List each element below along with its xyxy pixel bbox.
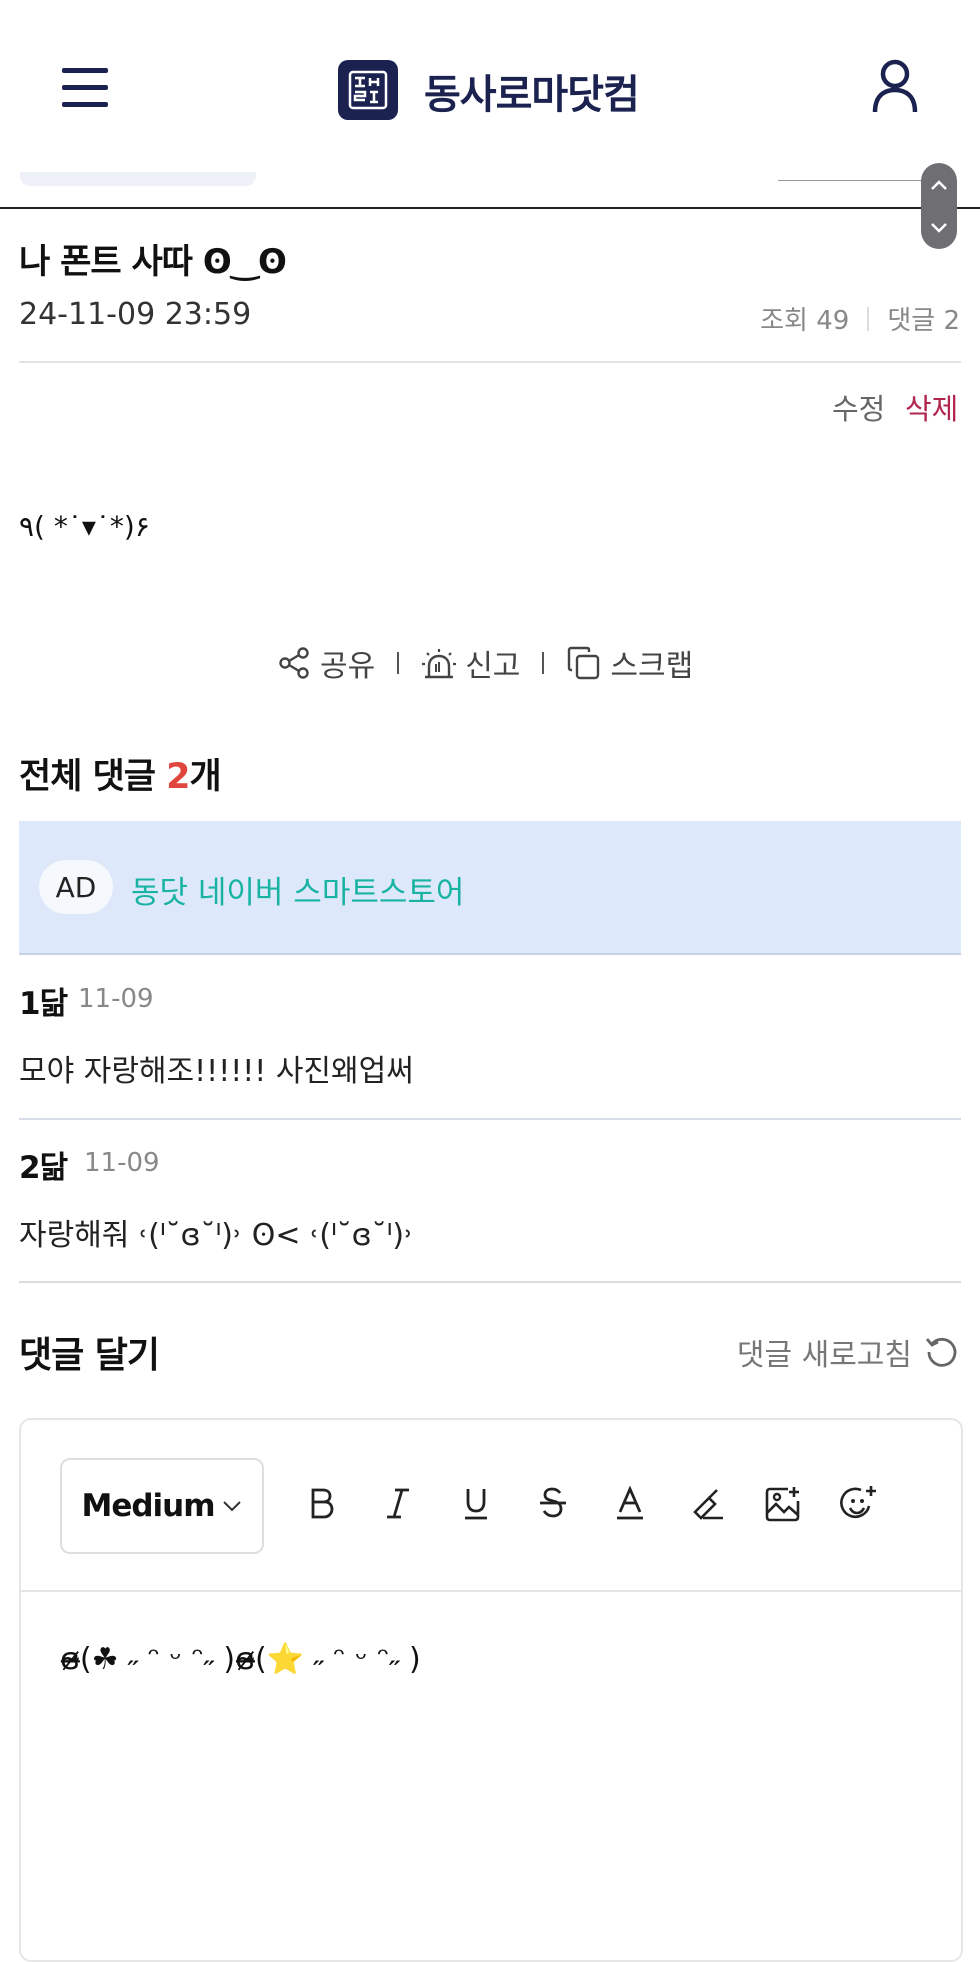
chevron-down-icon [222,1501,241,1512]
comment-date: 11-09 [78,984,154,1014]
refresh-icon [925,1337,957,1367]
refresh-label: 댓글 새로고침 [736,1338,912,1373]
comment-text: 모야 자랑해조!!!!!! 사진왜업써 [19,1054,414,1089]
bold-button[interactable] [300,1482,344,1526]
site-title[interactable]: 동사로마닷컴 [424,62,640,120]
comments-heading-count: 2 [166,757,190,797]
underline-icon [465,1489,487,1520]
post-date: 24-11-09 23:59 [19,297,252,332]
font-size-select[interactable]: Medium [60,1458,264,1554]
text-color-button[interactable] [608,1482,652,1526]
emoji-button[interactable] [837,1482,881,1526]
comment-editor: Medium ɞ̴̶̷(☘︎ ˶ ᵔ ᵕ ᵔ˶ )ɞ̴̶̷(⭐ ˶ ᵔ ᵕ ᵔ˶… [19,1418,963,1962]
strikethrough-button[interactable] [531,1482,575,1526]
comments-count[interactable]: 댓글 2 [887,300,960,337]
scrap-button[interactable]: 스크랩 [566,641,693,685]
post-stats: 조회 49 댓글 2 [760,300,960,337]
post-actions: 공유 신고 스크랩 [278,640,693,686]
comments-heading-suffix: 개 [189,757,222,797]
comments-end-divider [19,1281,961,1283]
ad-banner[interactable]: AD 동닷 네이버 스마트스토어 [19,821,961,955]
edit-button[interactable]: 수정 [832,386,885,428]
action-separator [542,652,545,674]
comment-date: 11-09 [84,1148,160,1178]
scroll-down-button[interactable] [921,206,957,249]
scrap-label: 스크랩 [610,649,694,684]
highlight-button[interactable] [685,1482,729,1526]
underline-button[interactable] [454,1482,498,1526]
share-icon [279,647,309,679]
share-button[interactable]: 공유 [278,641,375,685]
action-separator [397,652,400,674]
chevron-down-icon [931,222,947,233]
comment-text: 자랑해줘 ˓(ᑊ˘ɞ˘ᑊ)˒ ʘ< ˓(ᑊ˘ɞ˘ᑊ)˒ [19,1218,414,1253]
toolbar-divider [21,1590,961,1592]
scrolled-underline-remnant [778,180,928,181]
scrolled-tab-remnant [20,172,256,186]
comments-heading: 전체 댓글 2개 [19,748,222,799]
top-header: 동사로마닷컴 [0,0,980,170]
highlighter-icon [693,1489,723,1520]
stats-separator [867,306,870,331]
scroll-top-bottom-widget [921,163,957,249]
post-title: 나 폰트 사따 ʘ‿ʘ [19,242,287,282]
site-logo-mark[interactable] [338,60,398,120]
views-count: 조회 49 [760,306,850,336]
emoji-add-icon [840,1486,876,1519]
text-color-icon [617,1486,643,1520]
bold-icon [311,1488,334,1519]
comment-input[interactable]: ɞ̴̶̷(☘︎ ˶ ᵔ ᵕ ᵔ˶ )ɞ̴̶̷(⭐ ˶ ᵔ ᵕ ᵔ˶ ) [60,1642,421,1677]
comment-divider [19,1118,961,1120]
scroll-up-button[interactable] [921,163,957,206]
comments-heading-prefix: 전체 댓글 [19,757,167,797]
chevron-up-icon [931,179,947,190]
add-image-icon [765,1487,800,1522]
user-icon[interactable] [870,58,920,114]
italic-icon [387,1488,409,1519]
strikethrough-icon [540,1487,566,1518]
header-divider [0,207,980,209]
ad-badge: AD [39,860,113,914]
logo-glyph-icon [348,70,388,110]
comment-author: 1닮 [19,986,68,1022]
post-meta-divider [19,361,961,363]
comment-author: 2닮 [19,1150,68,1186]
font-size-value: Medium [81,1488,215,1524]
hamburger-icon[interactable] [62,68,108,108]
report-button[interactable]: 신고 [421,641,520,685]
write-comment-heading: 댓글 달기 [19,1335,160,1376]
insert-image-button[interactable] [761,1482,805,1526]
share-label: 공유 [320,649,376,684]
post-body: ٩( *˙▾˙*)۶ [19,510,150,543]
refresh-comments-button[interactable]: 댓글 새로고침 [737,1330,960,1374]
ad-link[interactable]: 동닷 네이버 스마트스토어 [131,867,464,912]
italic-button[interactable] [376,1482,420,1526]
copy-icon [568,646,600,680]
report-label: 신고 [465,649,521,684]
delete-button[interactable]: 삭제 [905,386,958,428]
siren-icon [422,649,457,679]
